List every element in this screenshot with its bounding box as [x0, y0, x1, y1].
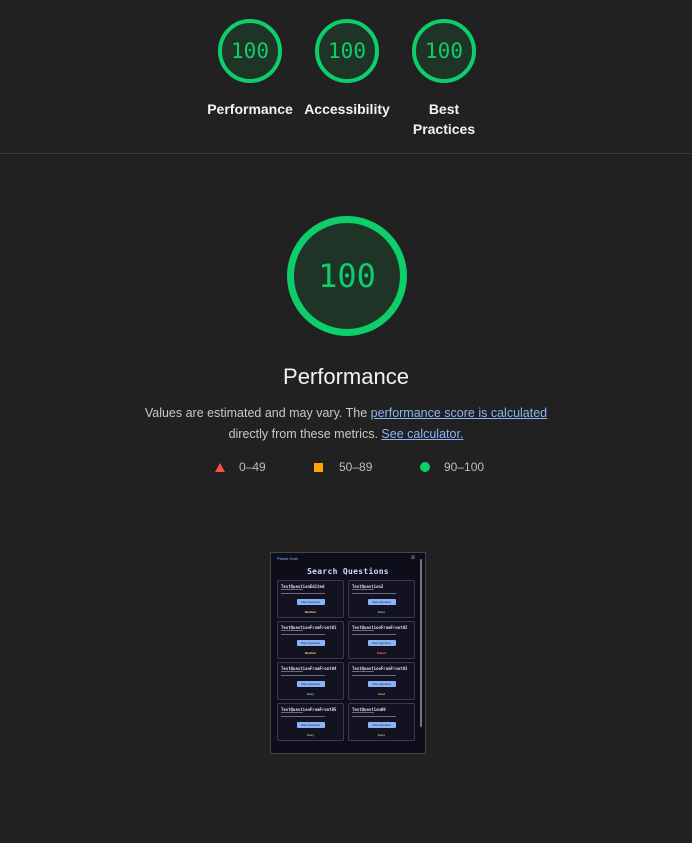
thumb-card-difficulty: Easy: [306, 733, 314, 737]
category-gauges: 100 Performance 100 Accessibility 100 Be…: [0, 0, 692, 153]
gauge-accessibility[interactable]: 100 Accessibility: [299, 19, 395, 119]
square-icon: [314, 462, 323, 472]
gauge-label: Accessibility: [304, 101, 390, 117]
score-ring: 100: [412, 19, 476, 83]
score-calculated-link[interactable]: performance score is calculated: [371, 406, 547, 420]
thumb-title: Search Questions: [307, 567, 389, 576]
thumb-card-text-line: [352, 716, 396, 717]
circle-icon: [420, 462, 430, 472]
thumb-card-text-line: [281, 671, 303, 672]
thumb-card-difficulty: Expert: [376, 651, 387, 655]
thumb-view-question-button: View Question: [367, 599, 396, 605]
legend-pass: 90–100: [420, 460, 484, 474]
score-description: Values are estimated and may vary. The p…: [140, 403, 552, 445]
legend-range: 50–89: [339, 460, 373, 474]
thumb-card-text-line: [281, 716, 325, 717]
thumb-card-text-line: [352, 675, 396, 676]
thumb-question-card: TestQuestionEdited View Question Medium: [277, 580, 344, 618]
thumb-card-difficulty: Medium: [304, 610, 317, 614]
thumb-card-text-line: [352, 712, 374, 713]
thumb-card-text-line: [352, 593, 396, 594]
performance-title: Performance: [283, 364, 409, 389]
thumb-scrollbar: [420, 559, 422, 727]
thumb-card-text-line: [352, 671, 374, 672]
thumb-question-card: TestQuestionFromFront05 View Question Easy: [277, 703, 344, 741]
triangle-icon: [215, 462, 225, 472]
legend-fail: 0–49: [215, 460, 266, 474]
thumb-view-question-button: View Question: [367, 722, 396, 728]
thumb-header: Planet Hoth ⊠: [271, 553, 425, 565]
legend-range: 0–49: [239, 460, 266, 474]
thumb-card-difficulty: Easy: [306, 692, 314, 696]
thumb-card-text-line: [352, 630, 374, 631]
thumb-card-text-line: [281, 593, 325, 594]
thumb-view-question-button: View Question: [367, 640, 396, 646]
thumb-view-question-button: View Question: [296, 640, 325, 646]
thumb-card-text-line: [281, 630, 303, 631]
thumb-card-grid: TestQuestionEdited View Question Medium Tes…: [277, 580, 425, 741]
close-icon: ⊠: [410, 555, 415, 561]
score-legend: 0–49 50–89 90–100: [0, 460, 692, 476]
thumb-card-text-line: [281, 712, 303, 713]
thumb-question-card: TestQuestion09 View Question Easy: [348, 703, 415, 741]
score-ring: 100: [315, 19, 379, 83]
thumb-card-difficulty: Easy: [377, 733, 385, 737]
thumb-card-difficulty: Easy: [377, 610, 385, 614]
desc-text: directly from these metrics.: [228, 427, 382, 441]
thumb-question-card: TestQuestion2 View Question Easy: [348, 580, 415, 618]
thumb-view-question-button: View Question: [296, 599, 325, 605]
gauge-best-practices[interactable]: 100 Best Practices: [396, 19, 492, 139]
thumb-question-card: TestQuestionFromFront01 View Question Medi…: [277, 621, 344, 659]
gauge-performance[interactable]: 100 Performance: [202, 19, 298, 119]
thumb-card-text-line: [352, 634, 396, 635]
thumb-card-text-line: [281, 675, 325, 676]
gauge-label: Best Practices: [412, 101, 476, 137]
thumb-view-question-button: View Question: [367, 681, 396, 687]
gauge-label: Performance: [207, 101, 293, 117]
thumb-card-difficulty: Medium: [304, 651, 317, 655]
divider: [0, 153, 692, 154]
thumb-question-card: TestQuestionFromFront04 View Question Easy: [277, 662, 344, 700]
page-screenshot-thumbnail[interactable]: Planet Hoth ⊠ Search Questions TestQuest…: [270, 552, 426, 754]
thumb-view-question-button: View Question: [296, 722, 325, 728]
thumb-question-card: TestQuestionFromFront02 View Question Expe…: [348, 621, 415, 659]
thumb-brand: Planet Hoth: [277, 556, 298, 561]
thumb-question-card: TestQuestionFromFront03 View Question Hard: [348, 662, 415, 700]
performance-score-gauge: 100: [287, 216, 407, 336]
thumb-card-difficulty: Hard: [378, 692, 385, 696]
thumb-view-question-button: View Question: [296, 681, 325, 687]
legend-average: 50–89: [314, 460, 372, 474]
desc-text: Values are estimated and may vary. The: [144, 406, 371, 420]
thumb-card-text-line: [281, 634, 325, 635]
score-ring: 100: [218, 19, 282, 83]
see-calculator-link[interactable]: See calculator.: [381, 427, 463, 441]
thumb-card-text-line: [352, 589, 374, 590]
legend-range: 90–100: [444, 460, 485, 474]
thumb-card-text-line: [281, 589, 303, 590]
